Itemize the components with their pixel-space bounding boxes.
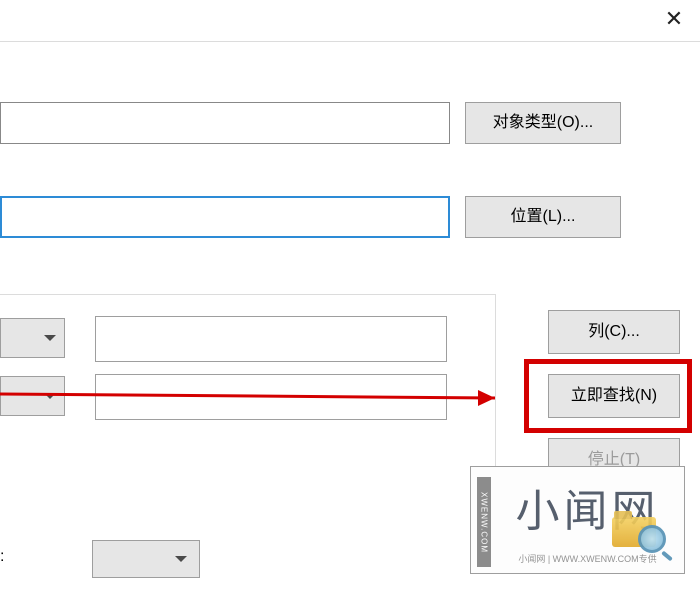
watermark-side: XWENW.COM xyxy=(477,477,491,567)
chevron-down-icon xyxy=(44,335,56,341)
find-now-button[interactable]: 立即查找(N) xyxy=(548,374,680,418)
close-icon[interactable]: ✕ xyxy=(662,7,686,31)
watermark: XWENW.COM 小闻网 小闻网 | WWW.XWENW.COM专供 xyxy=(470,466,685,574)
criteria-panel xyxy=(0,294,496,574)
chevron-down-icon xyxy=(175,556,187,562)
object-type-input[interactable] xyxy=(0,102,450,144)
bottom-label-colon: : xyxy=(0,548,4,566)
bottom-combo[interactable] xyxy=(92,540,200,578)
criteria-value-input-2[interactable] xyxy=(95,374,447,420)
columns-button[interactable]: 列(C)... xyxy=(548,310,680,354)
header-divider xyxy=(0,41,700,42)
location-input[interactable] xyxy=(0,196,450,238)
criteria-combo-2[interactable] xyxy=(0,376,65,416)
location-button[interactable]: 位置(L)... xyxy=(465,196,621,238)
chevron-down-icon xyxy=(44,393,56,399)
criteria-combo-1[interactable] xyxy=(0,318,65,358)
watermark-subtitle: 小闻网 | WWW.XWENW.COM专供 xyxy=(495,552,680,565)
criteria-value-input-1[interactable] xyxy=(95,316,447,362)
object-type-button[interactable]: 对象类型(O)... xyxy=(465,102,621,144)
magnifier-icon xyxy=(638,525,666,553)
